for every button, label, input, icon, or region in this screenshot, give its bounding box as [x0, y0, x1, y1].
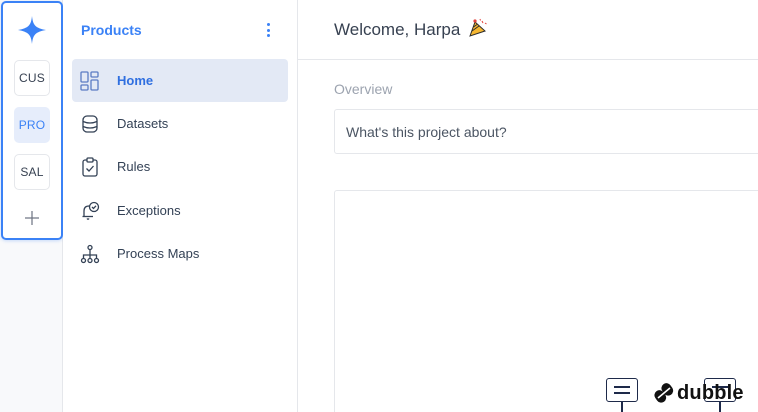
sidebar-item-home[interactable]: Home	[72, 59, 288, 102]
sidebar-item-rules[interactable]: Rules	[72, 145, 288, 188]
workspace-rail: CUS PRO SAL	[1, 1, 63, 240]
workspace-button-pro[interactable]: PRO	[14, 107, 50, 143]
dubble-watermark: dubble	[654, 380, 744, 406]
sidebar-item-label: Datasets	[117, 116, 169, 131]
add-workspace-icon[interactable]	[23, 209, 41, 227]
main-content: Welcome, Harpa Overview What's this proj…	[298, 0, 758, 412]
flow-node-icon[interactable]	[606, 378, 638, 412]
party-hat-icon	[469, 18, 487, 37]
project-sidebar: Products Home Datasets Rules Exceptions …	[63, 0, 298, 412]
workspace-button-cus[interactable]: CUS	[14, 60, 50, 96]
sidebar-item-label: Rules	[117, 159, 151, 174]
sidebar-title: Products	[81, 22, 142, 38]
sitemap-icon	[80, 244, 100, 263]
sidebar-item-process-maps[interactable]: Process Maps	[72, 232, 288, 275]
sidebar-item-datasets[interactable]: Datasets	[72, 102, 288, 145]
welcome-heading: Welcome, Harpa	[334, 20, 461, 39]
sidebar-item-label: Process Maps	[117, 246, 200, 261]
app-root: CUS PRO SAL Products Home Datasets Rules…	[0, 0, 758, 412]
sparkle-logo-icon[interactable]	[17, 15, 47, 45]
top-bar: Welcome, Harpa	[298, 0, 758, 60]
dashboard-icon	[80, 70, 99, 91]
overview-label: Overview	[334, 81, 393, 97]
sidebar-item-exceptions[interactable]: Exceptions	[72, 189, 288, 232]
database-icon	[82, 114, 98, 133]
more-options-icon[interactable]	[261, 20, 275, 40]
sidebar-item-label: Exceptions	[117, 203, 181, 218]
workspace-button-sal[interactable]: SAL	[14, 154, 50, 190]
dubble-logo-icon	[654, 383, 674, 403]
overview-canvas	[334, 190, 758, 412]
bell-check-icon	[82, 201, 100, 220]
clipboard-check-icon	[82, 156, 98, 177]
project-description-input[interactable]: What's this project about?	[334, 109, 758, 154]
brand-name: dubble	[677, 381, 744, 404]
sidebar-item-label: Home	[117, 73, 154, 88]
